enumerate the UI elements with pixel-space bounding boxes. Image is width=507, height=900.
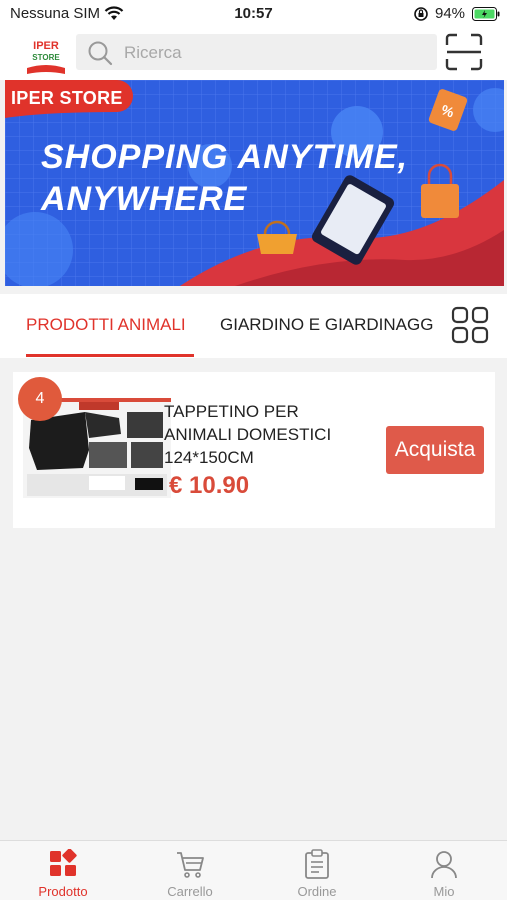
nav-label-mio: Mio xyxy=(433,884,455,899)
banner-slogan: SHOPPING ANYTIME, ANYWHERE xyxy=(41,136,408,220)
category-tabs: PRODOTTI ANIMALI GIARDINO E GIARDINAGGIO xyxy=(0,294,507,358)
rotation-lock-icon xyxy=(414,7,428,21)
product-name: TAPPETINO PER ANIMALI DOMESTICI 124*150C… xyxy=(164,402,332,467)
active-tab-indicator xyxy=(26,354,194,357)
banner-brand: IPER STORE xyxy=(11,88,123,108)
tab-giardino[interactable]: GIARDINO E GIARDINAGGIO xyxy=(220,315,435,335)
product-card[interactable]: 4 TAPPETINO PER ANIMALI DOMESTICI 124*15… xyxy=(13,372,495,528)
all-categories-icon[interactable] xyxy=(451,306,489,344)
cart-icon xyxy=(177,852,204,878)
search-placeholder: Ricerca xyxy=(124,43,182,62)
tab-prodotti-animali[interactable]: PRODOTTI ANIMALI xyxy=(26,315,186,335)
scan-icon[interactable] xyxy=(444,32,484,72)
promo-banner[interactable]: % IPER STORE SHOPPING ANYTIME, ANYWHERE xyxy=(5,80,504,286)
app-header: IPER STORE Ricerca xyxy=(0,28,507,80)
svg-text:IPER: IPER xyxy=(33,40,59,52)
battery-icon xyxy=(472,7,500,21)
nav-label-carrello: Carrello xyxy=(167,884,213,899)
iper-store-logo: IPER STORE xyxy=(24,36,68,76)
product-price: € 10.90 xyxy=(169,472,250,499)
nav-carrello[interactable]: Carrello xyxy=(127,841,253,900)
search-input[interactable]: Ricerca xyxy=(76,34,437,70)
bottom-navigation: Prodotto Carrello Ordine Mio xyxy=(0,840,507,900)
clock: 10:57 xyxy=(234,5,273,22)
battery-percentage: 94% xyxy=(435,5,466,22)
clipboard-icon xyxy=(305,849,329,879)
nav-prodotto[interactable]: Prodotto xyxy=(0,841,126,900)
nav-label-prodotto: Prodotto xyxy=(38,884,88,899)
banner-slogan-line1: SHOPPING ANYTIME, xyxy=(41,138,409,176)
nav-mio[interactable]: Mio xyxy=(381,841,507,900)
grid-icon xyxy=(50,849,77,876)
banner-slogan-line2: ANYWHERE xyxy=(41,180,248,218)
nav-ordine[interactable]: Ordine xyxy=(254,841,380,900)
buy-button[interactable]: Acquista xyxy=(386,426,484,474)
nav-label-ordine: Ordine xyxy=(297,884,337,899)
svg-text:STORE: STORE xyxy=(32,53,60,62)
product-badge: 4 xyxy=(18,377,62,421)
search-icon xyxy=(88,41,113,66)
user-icon xyxy=(431,851,457,879)
status-bar: Nessuna SIM 10:57 94% xyxy=(0,0,507,28)
